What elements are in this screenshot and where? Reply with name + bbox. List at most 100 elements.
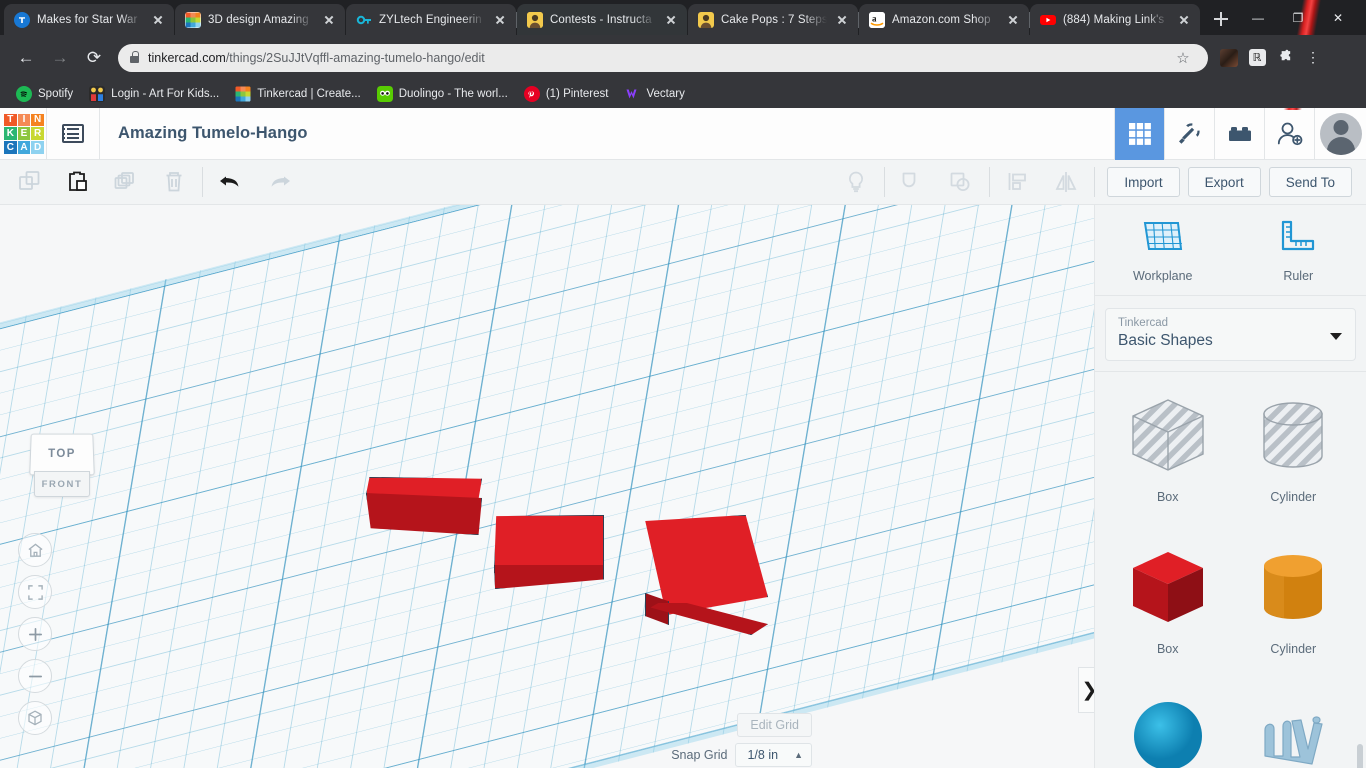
browser-tab[interactable]: ZYLtech Engineerin — [346, 4, 517, 35]
tinkercad-logo-icon[interactable]: T I N K E R C A D — [2, 112, 46, 156]
close-icon[interactable] — [150, 12, 166, 28]
red-box-3[interactable] — [644, 515, 770, 637]
notes-lightbulb-icon[interactable] — [832, 160, 880, 204]
page-title[interactable]: Amazing Tumelo-Hango — [118, 124, 308, 143]
mirror-icon[interactable] — [1042, 160, 1090, 204]
orthographic-toggle-icon[interactable] — [18, 701, 52, 735]
import-button[interactable]: Import — [1107, 167, 1180, 197]
group-icon[interactable] — [889, 160, 937, 204]
tab-title: Cake Pops : 7 Steps — [721, 13, 827, 26]
close-icon[interactable] — [663, 12, 679, 28]
view-cube[interactable]: TOP FRONT — [26, 433, 98, 501]
user-avatar-button[interactable] — [1314, 107, 1366, 160]
shape-item-sphere[interactable] — [1105, 694, 1231, 768]
close-icon[interactable] — [492, 12, 508, 28]
new-tab-button[interactable] — [1207, 5, 1235, 33]
bookmark-item[interactable]: Vectary — [616, 83, 692, 105]
close-icon[interactable] — [1005, 12, 1021, 28]
logo-letter: R — [31, 127, 44, 140]
add-person-icon[interactable] — [1264, 107, 1314, 160]
bookmark-star-icon[interactable]: ☆ — [1170, 45, 1196, 71]
close-icon[interactable] — [1176, 12, 1192, 28]
ungroup-icon[interactable] — [937, 160, 985, 204]
browser-tab[interactable]: Makes for Star War — [4, 4, 174, 35]
shape-item-scribble-text[interactable] — [1231, 694, 1357, 768]
bookmark-item[interactable]: Duolingo - The worl... — [369, 83, 516, 105]
shape-label: Cylinder — [1270, 642, 1317, 656]
bookmark-item[interactable]: Spotify — [8, 83, 81, 105]
amazon-icon: a — [869, 11, 885, 28]
vectary-icon — [624, 86, 640, 102]
designs-grid-icon[interactable] — [1114, 107, 1164, 160]
close-icon[interactable] — [321, 12, 337, 28]
lego-brick-icon[interactable] — [1214, 107, 1264, 160]
copy-icon[interactable] — [6, 160, 54, 204]
export-button[interactable]: Export — [1187, 167, 1261, 197]
panel-scrollbar[interactable] — [1357, 744, 1363, 768]
redo-icon[interactable] — [255, 160, 303, 204]
delete-icon[interactable] — [150, 160, 198, 204]
tab-title: Amazon.com Shop — [892, 13, 991, 26]
fit-to-view-icon[interactable] — [18, 575, 52, 609]
forward-button[interactable]: → — [44, 42, 76, 74]
shape-item-hole-box[interactable]: Box — [1105, 390, 1231, 542]
maximize-button[interactable]: ❐ — [1278, 1, 1318, 34]
ruler-tool[interactable]: Ruler — [1231, 219, 1366, 283]
zoom-out-icon[interactable] — [18, 659, 52, 693]
tab-title: Contests - Instructa — [550, 13, 652, 26]
tinkercad-icon — [185, 11, 201, 28]
tab-title: (884) Making Link's — [1063, 13, 1165, 26]
browser-tab[interactable]: Cake Pops : 7 Steps — [688, 4, 859, 35]
reload-button[interactable]: ⟳ — [78, 42, 110, 74]
edit-grid-button[interactable]: Edit Grid — [737, 713, 812, 737]
undo-icon[interactable] — [207, 160, 255, 204]
align-icon[interactable] — [994, 160, 1042, 204]
view-cube-front-face[interactable]: FRONT — [34, 471, 90, 497]
extensions-puzzle-icon[interactable] — [1272, 45, 1298, 71]
shape-label: Box — [1156, 490, 1179, 504]
box-front-face — [366, 493, 482, 535]
minecraft-pickaxe-icon[interactable] — [1164, 107, 1214, 160]
bookmark-item[interactable]: (1) Pinterest — [516, 83, 617, 105]
duplicate-icon[interactable] — [102, 160, 150, 204]
address-bar[interactable]: tinkercad.com/things/2SuJJtVqffl-amazing… — [118, 43, 1208, 72]
view-cube-top-face[interactable]: TOP — [29, 433, 95, 476]
home-view-icon[interactable] — [18, 533, 52, 567]
workplane-tool[interactable]: Workplane — [1095, 219, 1231, 283]
shape-item-solid-cylinder[interactable]: Cylinder — [1231, 542, 1357, 694]
workplane-grid[interactable] — [0, 205, 1094, 768]
back-button[interactable]: ← — [10, 42, 42, 74]
project-list-button[interactable] — [47, 108, 99, 160]
zoom-in-icon[interactable] — [18, 617, 52, 651]
library-name: Basic Shapes — [1118, 332, 1213, 349]
shape-item-hole-cylinder[interactable]: Cylinder — [1231, 390, 1357, 542]
ruler-icon — [1277, 219, 1319, 260]
red-box-2[interactable] — [494, 515, 606, 590]
library-selector[interactable]: Tinkercad Basic Shapes — [1105, 308, 1356, 361]
shape-item-solid-box[interactable]: Box — [1105, 542, 1231, 694]
pinterest-icon — [523, 86, 540, 102]
paste-icon[interactable] — [54, 160, 102, 204]
browser-tab[interactable]: (884) Making Link's — [1030, 4, 1200, 35]
navigation-bar: ← → ⟳ tinkercad.com/things/2SuJJtVqffl-a… — [0, 35, 1366, 80]
red-box-1[interactable] — [366, 477, 484, 537]
grammarly-extension-icon[interactable]: ℝ — [1244, 45, 1270, 71]
browser-tab[interactable]: a Amazon.com Shop — [859, 4, 1030, 35]
browser-menu-icon[interactable]: ⋮ — [1300, 45, 1326, 71]
bookmark-item[interactable]: Tinkercad | Create... — [227, 83, 369, 105]
bookmark-item[interactable]: Login - Art For Kids... — [81, 83, 227, 105]
snap-grid-select[interactable]: 1/8 in ▲ — [735, 743, 812, 767]
profile-photo-icon[interactable] — [1216, 45, 1242, 71]
close-icon[interactable] — [834, 12, 850, 28]
send-to-button[interactable]: Send To — [1268, 167, 1352, 197]
minimize-button[interactable]: — — [1238, 1, 1278, 34]
app-header: T I N K E R C A D Amazing Tumelo-Hango — [0, 107, 1366, 160]
browser-tab-active[interactable]: Contests - Instructa — [517, 4, 687, 35]
close-window-button[interactable]: ✕ — [1318, 1, 1358, 34]
duolingo-icon — [376, 86, 393, 102]
browser-tab[interactable]: 3D design Amazing — [175, 4, 345, 35]
3d-canvas[interactable]: TOP FRONT Edit Grid Snap Grid 1/8 in ▲ — [0, 205, 1094, 768]
window-controls: — ❐ ✕ — [1238, 0, 1366, 110]
workplane-surface[interactable] — [0, 205, 1094, 768]
chevron-down-icon[interactable] — [1330, 332, 1342, 340]
